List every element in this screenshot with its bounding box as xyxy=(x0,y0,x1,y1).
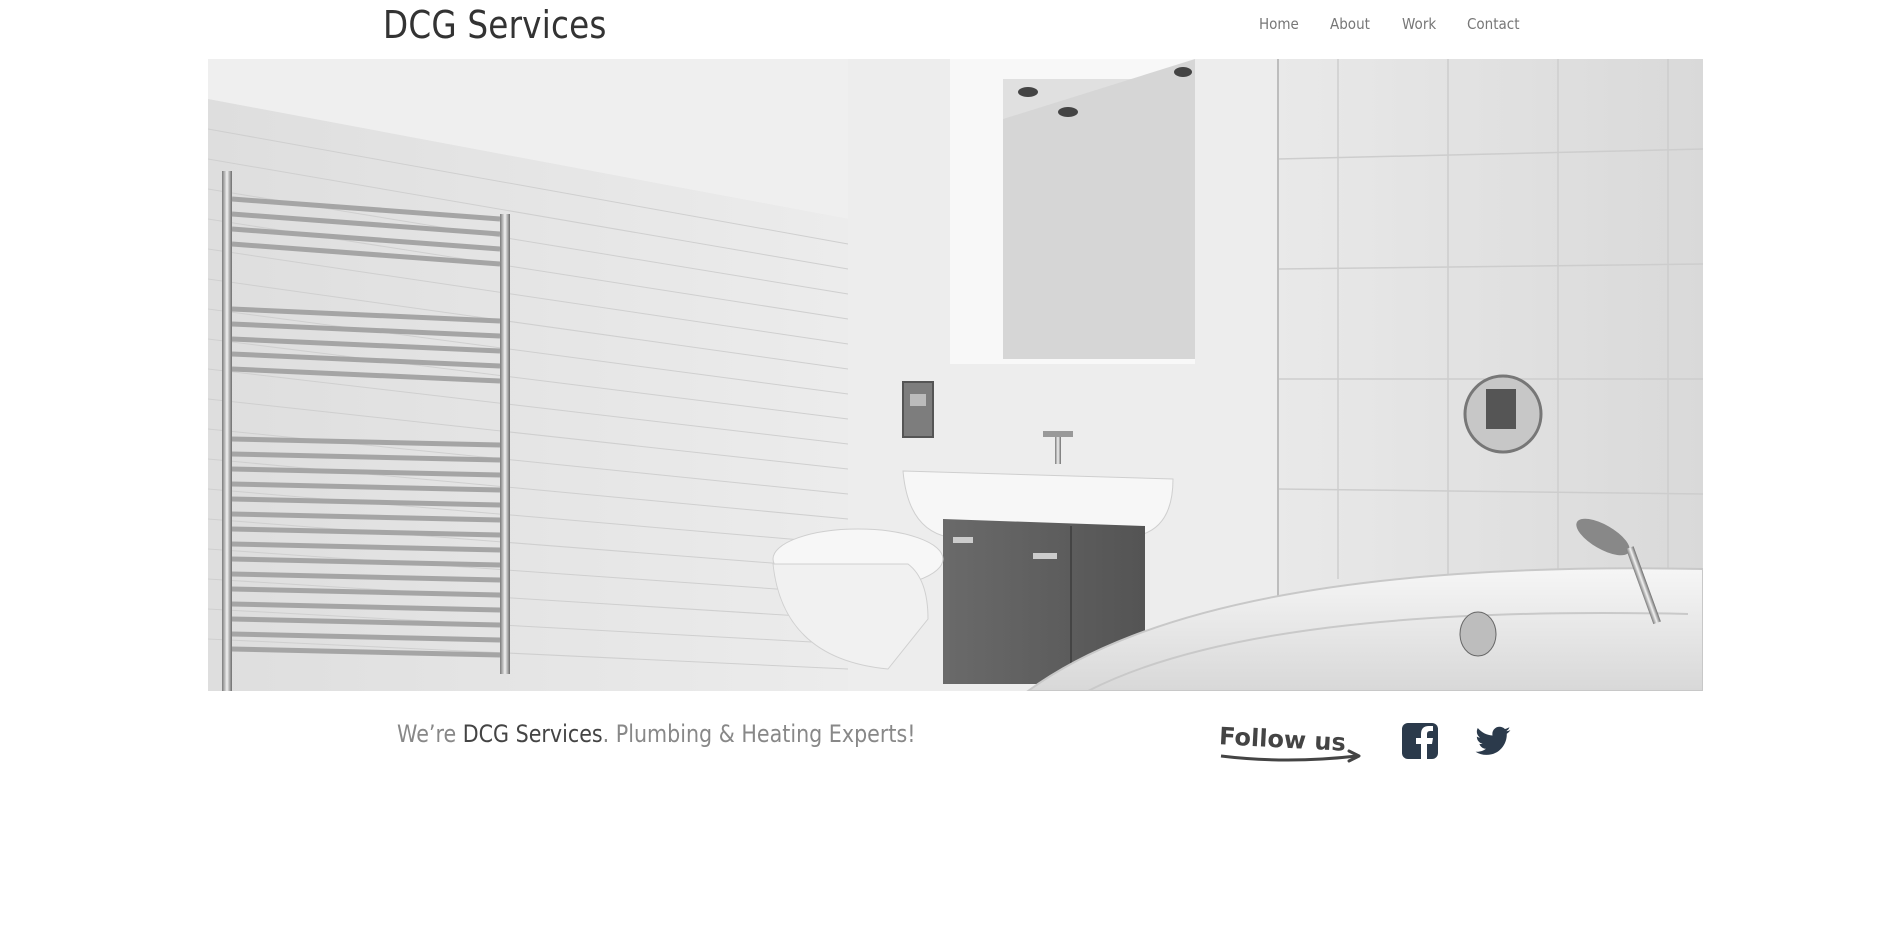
tagline: We’re DCG Services. Plumbing & Heating E… xyxy=(397,718,915,750)
tagline-prefix: We’re xyxy=(397,720,463,748)
facebook-icon[interactable] xyxy=(1401,722,1439,760)
nav-about[interactable]: About xyxy=(1330,14,1370,34)
main-nav: Home About Work Contact xyxy=(1259,14,1552,34)
tagline-suffix: . Plumbing & Heating Experts! xyxy=(602,720,916,748)
tagline-brand: DCG Services xyxy=(462,720,603,748)
nav-contact[interactable]: Contact xyxy=(1467,14,1520,34)
nav-home[interactable]: Home xyxy=(1259,14,1299,34)
hero-image xyxy=(208,59,1703,691)
twitter-icon[interactable] xyxy=(1474,722,1512,760)
follow-us-label: Follow us xyxy=(1217,722,1367,764)
nav-work[interactable]: Work xyxy=(1402,14,1436,34)
follow-us-text: Follow us xyxy=(1218,722,1346,757)
bathroom-illustration xyxy=(208,59,1703,691)
site-logo[interactable]: DCG Services xyxy=(383,2,607,48)
arrow-icon xyxy=(1220,754,1358,762)
